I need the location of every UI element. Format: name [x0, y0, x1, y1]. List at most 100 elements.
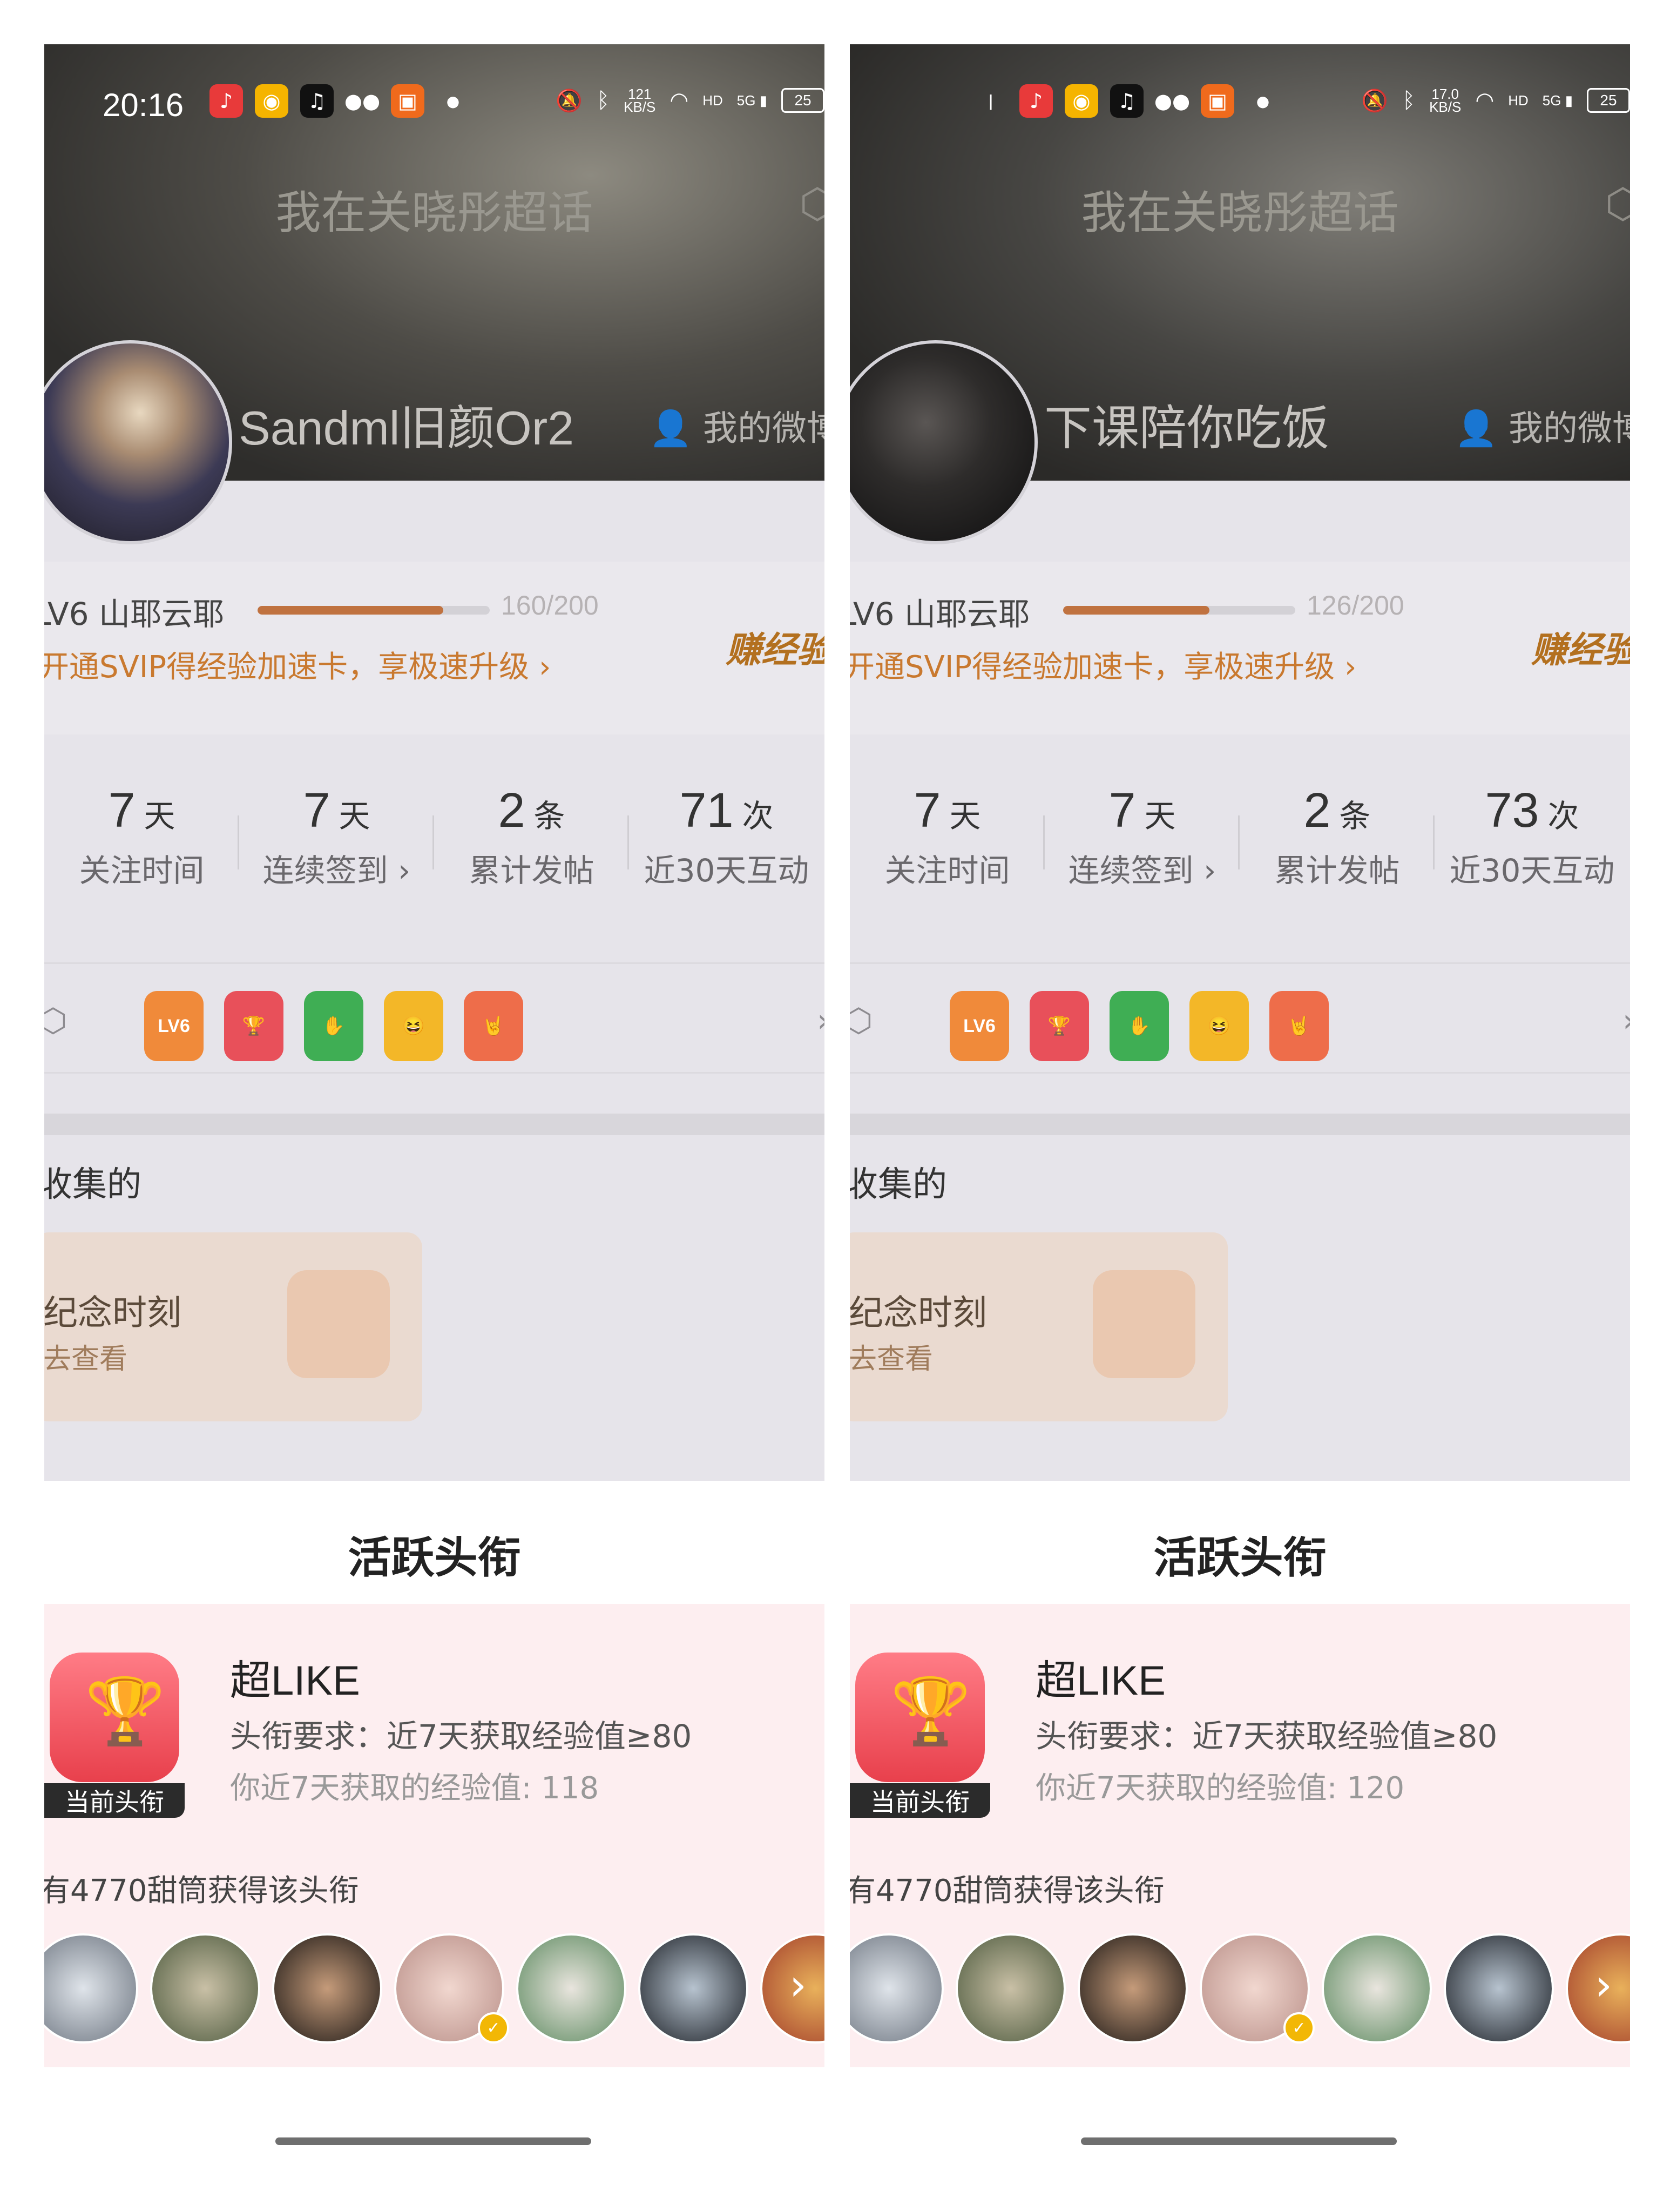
- title-sheet: 活跃头衔 🏆 当前头衔 超LIKE 头衔要求：近7天获取经验值≥80 你近7天获…: [850, 1481, 1630, 2078]
- badge-trophy-icon: 🏆: [1030, 991, 1089, 1061]
- title-name: 超LIKE: [1036, 1658, 1166, 1704]
- svip-link[interactable]: 开通SVIP得经验加速卡，享极速升级 ›: [44, 643, 551, 686]
- memory-card[interactable]: 纪念时刻 去查看: [850, 1232, 1228, 1421]
- badge-row[interactable]: ⬡ LV6 🏆 ✋ 😆 🤘 ›: [850, 962, 1630, 1074]
- title-card: 🏆 当前头衔 超LIKE 头衔要求：近7天获取经验值≥80 你近7天获取的经验值…: [850, 1604, 1630, 2067]
- topic-title: 我在关晓彤超话: [275, 186, 593, 239]
- bell-mute-icon: 🔕: [556, 88, 583, 113]
- calendar-icon: [287, 1270, 390, 1378]
- badge-hand-icon: ✋: [304, 991, 363, 1061]
- signal-bar-icon: ǀ: [988, 91, 993, 111]
- level-progress-text: 126/200: [1307, 590, 1404, 621]
- tiktok-app-icon: ♫: [1110, 84, 1144, 118]
- person-icon: 👤: [1455, 409, 1498, 449]
- system-status-icons: 🔕 ᛒ 17.0 KB/S ◠ HD 5G ▮ 25: [1361, 86, 1630, 115]
- memory-link[interactable]: 去查看: [850, 1336, 933, 1377]
- stat-posts: 2 条累计发帖: [1240, 783, 1435, 902]
- settings-icon[interactable]: ⬡: [1605, 179, 1630, 227]
- person-icon: 👤: [649, 409, 692, 449]
- user-nickname: Sandml旧颜Or2: [239, 401, 574, 455]
- section-divider: [44, 1114, 824, 1135]
- badge-lv6-icon: LV6: [950, 991, 1009, 1061]
- badge-hand-icon: ✋: [1110, 991, 1169, 1061]
- holder-avatar[interactable]: [150, 1933, 260, 2044]
- holder-avatar[interactable]: [44, 1933, 138, 2044]
- verified-icon: ✓: [1283, 2012, 1315, 2044]
- badge-cheer-icon: 😆: [1189, 991, 1249, 1061]
- shop-app-icon: ▣: [1201, 84, 1234, 118]
- my-weibo-link[interactable]: 👤 我的微博: [649, 401, 824, 450]
- stat-interactions: 71 次近30天互动: [644, 784, 809, 889]
- stat-interactions: 73 次近30天互动: [1449, 784, 1615, 889]
- title-my-exp: 你近7天获取的经验值: 120: [1036, 1771, 1405, 1806]
- weibo-app-icon: ◉: [255, 84, 288, 118]
- topic-title: 我在关晓彤超话: [1081, 186, 1399, 239]
- chevron-right-icon[interactable]: ›: [1622, 1002, 1630, 1040]
- badge-trophy-icon: 🏆: [224, 991, 283, 1061]
- level-card: LV6 山耶云耶 160/200 开通SVIP得经验加速卡，享极速升级 › 赚经…: [44, 562, 824, 734]
- badge-settings-icon[interactable]: ⬡: [850, 1002, 888, 1045]
- stat-follow-days: 7 天关注时间: [44, 783, 239, 902]
- battery-icon: 25: [781, 88, 824, 113]
- holder-avatar[interactable]: [272, 1933, 382, 2044]
- earn-exp-button[interactable]: 赚经验: [1531, 621, 1630, 673]
- current-title-badge: 当前头衔: [44, 1783, 185, 1818]
- music-app-icon: ♪: [1019, 84, 1053, 118]
- holder-avatars: ✓ ›: [850, 1933, 1630, 2044]
- screenshot-right: ǀ ♪ ◉ ♫ ●● ▣ ● 🔕 ᛒ 17.0 KB/S ◠ HD 5G ▮ 25: [850, 44, 1630, 2078]
- shop-app-icon: ▣: [391, 84, 424, 118]
- holder-avatar[interactable]: [638, 1933, 748, 2044]
- hd-icon: HD: [1508, 92, 1529, 109]
- badge-rock-icon: 🤘: [1269, 991, 1329, 1061]
- verified-icon: ✓: [478, 2012, 509, 2044]
- holder-avatar[interactable]: [1078, 1933, 1188, 2044]
- title-holders-count: 有4770甜筒获得该头衔: [44, 1873, 359, 1908]
- notification-app-icons: ǀ ♪ ◉ ♫ ●● ▣ ●: [974, 84, 1280, 118]
- bluetooth-icon: ᛒ: [597, 88, 610, 113]
- stat-checkin-days[interactable]: 7 天连续签到 ›: [1045, 783, 1240, 902]
- net-speed: 17.0 KB/S: [1429, 86, 1462, 115]
- svip-link[interactable]: 开通SVIP得经验加速卡，享极速升级 ›: [850, 643, 1356, 686]
- memory-card[interactable]: 纪念时刻 去查看: [44, 1232, 422, 1421]
- holder-avatar[interactable]: [1444, 1933, 1554, 2044]
- stat-checkin-days[interactable]: 7 天连续签到 ›: [239, 783, 434, 902]
- home-indicator[interactable]: [275, 2137, 591, 2145]
- trophy-icon: 🏆: [44, 1636, 195, 1798]
- section-divider: [850, 1114, 1630, 1135]
- tiktok-app-icon: ♫: [300, 84, 334, 118]
- signal-icon: 5G ▮: [1542, 92, 1573, 109]
- home-indicator[interactable]: [1081, 2137, 1397, 2145]
- earn-exp-button[interactable]: 赚经验: [726, 621, 824, 673]
- chevron-right-icon[interactable]: ›: [817, 1002, 824, 1040]
- wifi-icon: ◠: [670, 88, 689, 113]
- level-text: LV6 山耶云耶: [44, 596, 224, 632]
- bluetooth-icon: ᛒ: [1402, 88, 1416, 113]
- weibo-app-icon: ◉: [1065, 84, 1098, 118]
- settings-icon[interactable]: ⬡: [800, 179, 824, 227]
- profile-area: 20:16 ♪ ◉ ♫ ●● ▣ ● 🔕 ᛒ 121 KB/S ◠ HD 5G ▮…: [44, 44, 824, 1481]
- chevron-right-icon[interactable]: ›: [1595, 1964, 1630, 2007]
- holder-avatar[interactable]: [1322, 1933, 1432, 2044]
- level-progress-fill: [258, 606, 443, 615]
- sheet-title: 活跃头衔: [348, 1533, 521, 1583]
- collect-title: 收集的: [44, 1165, 141, 1205]
- wifi-icon: ◠: [1475, 88, 1495, 113]
- stat-posts: 2 条累计发帖: [434, 783, 629, 902]
- holder-avatar[interactable]: [516, 1933, 626, 2044]
- trophy-icon: 🏆: [850, 1636, 1001, 1798]
- badge-settings-icon[interactable]: ⬡: [44, 1002, 82, 1045]
- level-progress-bar: [258, 606, 490, 615]
- memory-link[interactable]: 去查看: [44, 1336, 127, 1377]
- net-speed: 121 KB/S: [624, 86, 656, 115]
- level-progress-fill: [1063, 606, 1209, 615]
- stats-row: 7 天关注时间 7 天连续签到 › 2 条累计发帖 73 次近30天互动: [850, 783, 1630, 902]
- holder-avatar[interactable]: [956, 1933, 1066, 2044]
- title-requirement: 头衔要求：近7天获取经验值≥80: [230, 1718, 692, 1755]
- badge-row[interactable]: ⬡ LV6 🏆 ✋ 😆 🤘 ›: [44, 962, 824, 1074]
- system-status-icons: 🔕 ᛒ 121 KB/S ◠ HD 5G ▮ 25: [556, 86, 824, 115]
- holder-avatar[interactable]: [850, 1933, 944, 2044]
- screenshot-left: 20:16 ♪ ◉ ♫ ●● ▣ ● 🔕 ᛒ 121 KB/S ◠ HD 5G ▮…: [44, 44, 824, 2078]
- chevron-right-icon[interactable]: ›: [789, 1964, 824, 2007]
- my-weibo-link[interactable]: 👤 我的微博: [1455, 401, 1630, 450]
- dot-icon: ●: [446, 92, 460, 110]
